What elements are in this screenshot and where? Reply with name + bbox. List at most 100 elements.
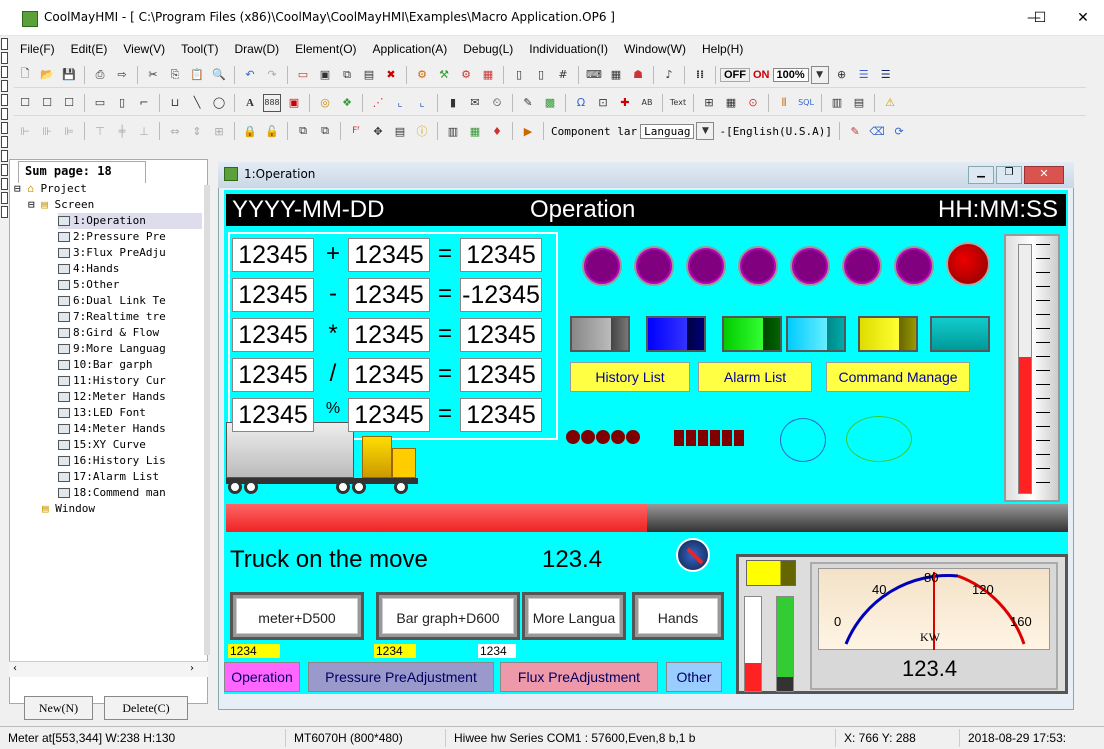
erase-icon[interactable]: ⌫ — [868, 122, 886, 140]
tree-screen-item[interactable]: 15:XY Curve — [58, 437, 202, 453]
print-icon[interactable]: ⎙ — [91, 66, 109, 84]
layers-icon[interactable]: ☰ — [855, 66, 873, 84]
align-icon[interactable]: ☰ — [877, 66, 895, 84]
page-setting-icon[interactable]: ▯ — [532, 66, 550, 84]
switch-green[interactable] — [722, 316, 782, 352]
chevron-down-icon[interactable]: ▼ — [696, 122, 715, 140]
window-icon[interactable]: ⊡ — [594, 94, 612, 112]
paste-icon[interactable]: 📋 — [188, 66, 206, 84]
tree-project[interactable]: ⊟ ⌂ Project — [14, 181, 202, 197]
page-icon[interactable]: ▯ — [510, 66, 528, 84]
sum-page-tab[interactable]: Sum page: 18 — [18, 161, 146, 183]
tree-screen-item[interactable]: 11:History Cur — [58, 373, 202, 389]
child-restore-button[interactable]: ❐ — [996, 166, 1022, 184]
text-box-icon[interactable]: Text — [669, 94, 687, 112]
tree-screen-item[interactable]: 16:History Lis — [58, 453, 202, 469]
gear-icon[interactable]: ◎ — [316, 94, 334, 112]
child-close-button[interactable]: ✕ — [1024, 166, 1064, 184]
tree-window[interactable]: ▤ Window — [14, 501, 202, 517]
open-screen-icon[interactable]: ▣ — [316, 66, 334, 84]
same-height-icon[interactable]: ⇕ — [188, 122, 206, 140]
tree-screen-item[interactable]: 6:Dual Link Te — [58, 293, 202, 309]
xy-chart-icon[interactable]: ⌞ — [391, 94, 409, 112]
download-icon[interactable]: ⇨ — [113, 66, 131, 84]
operand-a-input[interactable]: 12345 — [232, 398, 314, 432]
result-display[interactable]: 12345 — [460, 358, 542, 392]
music-icon[interactable]: ♪ — [660, 66, 678, 84]
menu-element[interactable]: Element(O) — [287, 42, 364, 56]
copy-icon[interactable]: ⎘ — [166, 66, 184, 84]
tree-screen-item[interactable]: 18:Commend man — [58, 485, 202, 501]
compile-icon[interactable]: ⚙ — [413, 66, 431, 84]
result-display[interactable]: 12345 — [460, 398, 542, 432]
undo-icon[interactable]: ↶ — [241, 66, 259, 84]
ab-button-icon[interactable]: AB — [638, 94, 656, 112]
history-chart-icon[interactable]: ⌞ — [413, 94, 431, 112]
splitter[interactable] — [204, 185, 210, 655]
on-toggle[interactable]: ON — [750, 69, 773, 81]
database-icon[interactable]: ⫴ — [775, 94, 793, 112]
chart-icon[interactable]: ▦ — [466, 122, 484, 140]
meter-d500-button[interactable]: meter+D500 — [230, 592, 364, 640]
rectangle-tool-icon[interactable]: ☐ — [16, 94, 34, 112]
operand-a-input[interactable]: 12345 — [232, 358, 314, 392]
align-center-icon[interactable]: ⊪ — [38, 122, 56, 140]
page-other-button[interactable]: Other — [666, 662, 722, 692]
copy-screen-icon[interactable]: ⧉ — [338, 66, 356, 84]
tree-screen-item[interactable]: 3:Flux PreAdju — [58, 245, 202, 261]
bar-graph-d600-button[interactable]: Bar graph+D600 — [376, 592, 520, 640]
gem-icon[interactable]: ♦ — [488, 122, 506, 140]
result-display[interactable]: 12345 — [460, 318, 542, 352]
tree-screen[interactable]: ⊟ ▤ Screen — [14, 197, 202, 213]
ungroup-icon[interactable]: ⧉ — [316, 122, 334, 140]
list-icon[interactable]: ▥ — [828, 94, 846, 112]
hands-button[interactable]: Hands — [632, 592, 724, 640]
align-middle-icon[interactable]: ╪ — [113, 122, 131, 140]
alarm-icon[interactable]: Ω — [572, 94, 590, 112]
scale-icon[interactable]: ⊔ — [166, 94, 184, 112]
operand-a-input[interactable]: 12345 — [232, 278, 314, 312]
small-switch[interactable] — [746, 560, 796, 586]
operand-b-input[interactable]: 12345 — [348, 318, 430, 352]
tree-screen-item[interactable]: 9:More Languag — [58, 341, 202, 357]
screen-props-icon[interactable]: ▤ — [360, 66, 378, 84]
date-icon[interactable]: ▦ — [722, 94, 740, 112]
tree-screen-item[interactable]: 13:LED Font — [58, 405, 202, 421]
ellipse-tool-icon[interactable]: ◯ — [210, 94, 228, 112]
online-sim-icon[interactable]: ⚙ — [457, 66, 475, 84]
tree-screen-item[interactable]: 1:Operation — [58, 213, 202, 229]
menu-file[interactable]: File(F) — [12, 42, 63, 56]
bar-graph-icon[interactable]: ▮ — [444, 94, 462, 112]
same-width-icon[interactable]: ⇔ — [166, 122, 184, 140]
clock-icon[interactable]: ⏲ — [488, 94, 506, 112]
translate-icon[interactable]: ✎ — [846, 122, 864, 140]
switch-gray[interactable] — [570, 316, 630, 352]
scroll-right-icon[interactable]: › — [190, 663, 194, 674]
find-icon[interactable]: 🔍 — [210, 66, 228, 84]
operand-b-input[interactable]: 12345 — [348, 238, 430, 272]
maximize-button[interactable]: ☐ — [1018, 6, 1062, 30]
redo-icon[interactable]: ↷ — [263, 66, 281, 84]
history-list-button[interactable]: History List — [570, 362, 690, 392]
menu-application[interactable]: Application(A) — [365, 42, 456, 56]
result-display[interactable]: -12345 — [460, 278, 542, 312]
cut-icon[interactable]: ✂ — [144, 66, 162, 84]
tree-screen-item[interactable]: 12:Meter Hands — [58, 389, 202, 405]
table-icon[interactable]: ⊞ — [700, 94, 718, 112]
text-tool-icon[interactable]: A — [241, 94, 259, 112]
switch-cyan[interactable] — [786, 316, 846, 352]
tree-screen-item[interactable]: 7:Realtime tre — [58, 309, 202, 325]
new-screen-button[interactable]: New(N) — [24, 696, 93, 720]
operand-b-input[interactable]: 12345 — [348, 398, 430, 432]
zoom-in-icon[interactable]: ⊕ — [833, 66, 851, 84]
lock-icon[interactable]: 🔒 — [241, 122, 259, 140]
delete-screen-button[interactable]: Delete(C) — [104, 696, 188, 720]
warning-icon[interactable]: ⚠ — [881, 94, 899, 112]
dots-grid-icon[interactable]: ⁞⁞ — [691, 66, 709, 84]
recipe-icon[interactable]: ✎ — [519, 94, 537, 112]
command-manage-button[interactable]: Command Manage — [826, 362, 970, 392]
more-language-button[interactable]: More Langua — [522, 592, 626, 640]
menu-draw[interactable]: Draw(D) — [227, 42, 288, 56]
palette-icon[interactable]: ❖ — [338, 94, 356, 112]
h-rect-icon[interactable]: ▭ — [91, 94, 109, 112]
